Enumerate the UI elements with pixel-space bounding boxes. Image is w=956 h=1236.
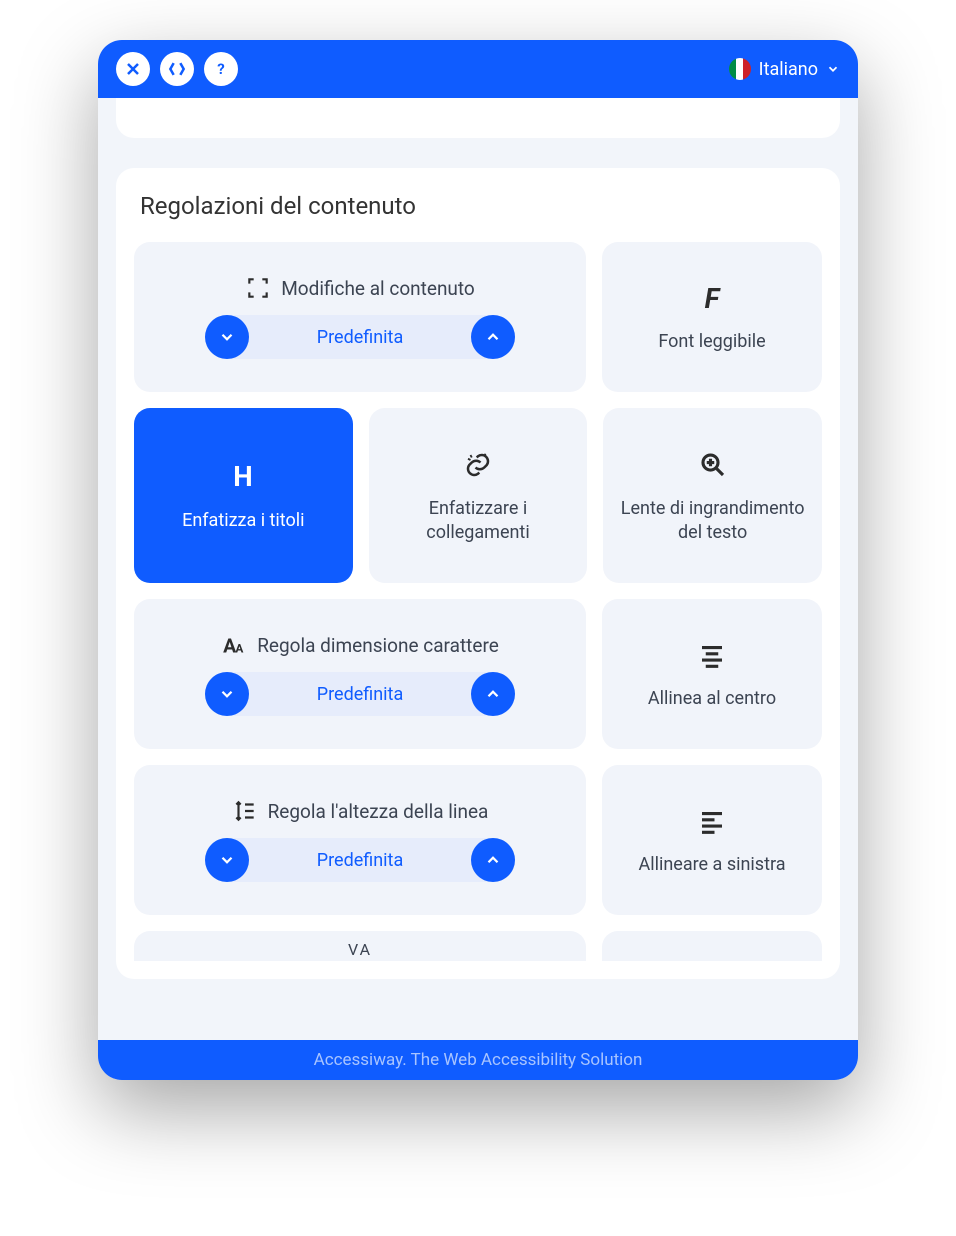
move-icon (167, 59, 187, 79)
font-size-increase[interactable] (471, 672, 515, 716)
content-scale-card: Modifiche al contenuto Predefinita (134, 242, 586, 392)
content-scale-decrease[interactable] (205, 315, 249, 359)
language-label: Italiano (759, 59, 818, 80)
text-magnifier-label: Lente di ingrandimento del testo (619, 497, 806, 544)
font-size-value: Predefinita (249, 684, 471, 705)
chevron-down-icon (826, 62, 840, 76)
close-button[interactable] (116, 52, 150, 86)
widget-footer[interactable]: Accessiway. The Web Accessibility Soluti… (98, 1040, 858, 1080)
content-adjustments-panel: Regolazioni del contenuto Modifiche al c… (116, 168, 840, 979)
font-size-decrease[interactable] (205, 672, 249, 716)
content-scale-increase[interactable] (471, 315, 515, 359)
font-size-head: AA Regola dimensione carattere (221, 632, 499, 658)
font-size-title: Regola dimensione carattere (257, 634, 499, 657)
chevron-up-icon (484, 851, 502, 869)
accessibility-widget: ? Italiano Regolazioni del contenuto Mod… (98, 40, 858, 1080)
svg-text:F: F (705, 283, 722, 313)
text-magnifier-card[interactable]: Lente di ingrandimento del testo (603, 408, 822, 583)
letter-spacing-icon-hint: VA (348, 940, 372, 959)
align-left-label: Allineare a sinistra (638, 853, 785, 876)
line-height-value: Predefinita (249, 850, 471, 871)
heading-icon: H (225, 459, 261, 495)
highlight-links-label: Enfatizzare i collegamenti (385, 497, 572, 544)
line-height-head: Regola l'altezza della linea (232, 798, 489, 824)
language-selector[interactable]: Italiano (729, 58, 840, 80)
previous-section-edge (116, 98, 840, 138)
readable-font-card[interactable]: F Font leggibile (602, 242, 822, 392)
align-left-card[interactable]: Allineare a sinistra (602, 765, 822, 915)
move-button[interactable] (160, 52, 194, 86)
align-left-icon (694, 803, 730, 839)
panel-title: Regolazioni del contenuto (134, 192, 822, 220)
chevron-down-icon (218, 685, 236, 703)
content-scale-title: Modifiche al contenuto (281, 277, 475, 300)
readable-font-icon: F (694, 280, 730, 316)
readable-font-label: Font leggibile (658, 330, 765, 353)
align-center-card[interactable]: Allinea al centro (602, 599, 822, 749)
svg-text:A: A (236, 642, 244, 656)
link-icon (460, 447, 496, 483)
help-icon: ? (211, 59, 231, 79)
widget-header: ? Italiano (98, 40, 858, 98)
close-icon (123, 59, 143, 79)
svg-text:?: ? (217, 60, 224, 78)
highlight-titles-card[interactable]: H Enfatizza i titoli (134, 408, 353, 583)
line-height-decrease[interactable] (205, 838, 249, 882)
line-height-title: Regola l'altezza della linea (268, 800, 489, 823)
line-height-stepper: Predefinita (205, 838, 515, 882)
highlight-links-card[interactable]: Enfatizzare i collegamenti (369, 408, 588, 583)
widget-content: Regolazioni del contenuto Modifiche al c… (98, 98, 858, 1040)
align-center-label: Allinea al centro (648, 687, 776, 710)
chevron-up-icon (484, 685, 502, 703)
line-height-increase[interactable] (471, 838, 515, 882)
chevron-up-icon (484, 328, 502, 346)
footer-text: Accessiway. The Web Accessibility Soluti… (314, 1050, 643, 1070)
font-size-card: AA Regola dimensione carattere Predefini… (134, 599, 586, 749)
highlight-titles-label: Enfatizza i titoli (182, 509, 304, 532)
font-size-stepper: Predefinita (205, 672, 515, 716)
content-scale-stepper: Predefinita (205, 315, 515, 359)
content-scale-value: Predefinita (249, 327, 471, 348)
next-card-partial[interactable] (602, 931, 822, 961)
chevron-down-icon (218, 851, 236, 869)
chevron-down-icon (218, 328, 236, 346)
align-center-icon (694, 637, 730, 673)
line-height-icon (232, 798, 258, 824)
letter-spacing-card-partial[interactable]: VA (134, 931, 586, 961)
line-height-card: Regola l'altezza della linea Predefinita (134, 765, 586, 915)
flag-icon (729, 58, 751, 80)
font-size-icon: AA (221, 632, 247, 658)
svg-text:H: H (234, 462, 253, 492)
fullscreen-icon (245, 275, 271, 301)
help-button[interactable]: ? (204, 52, 238, 86)
magnifier-icon (695, 447, 731, 483)
content-scale-head: Modifiche al contenuto (245, 275, 475, 301)
